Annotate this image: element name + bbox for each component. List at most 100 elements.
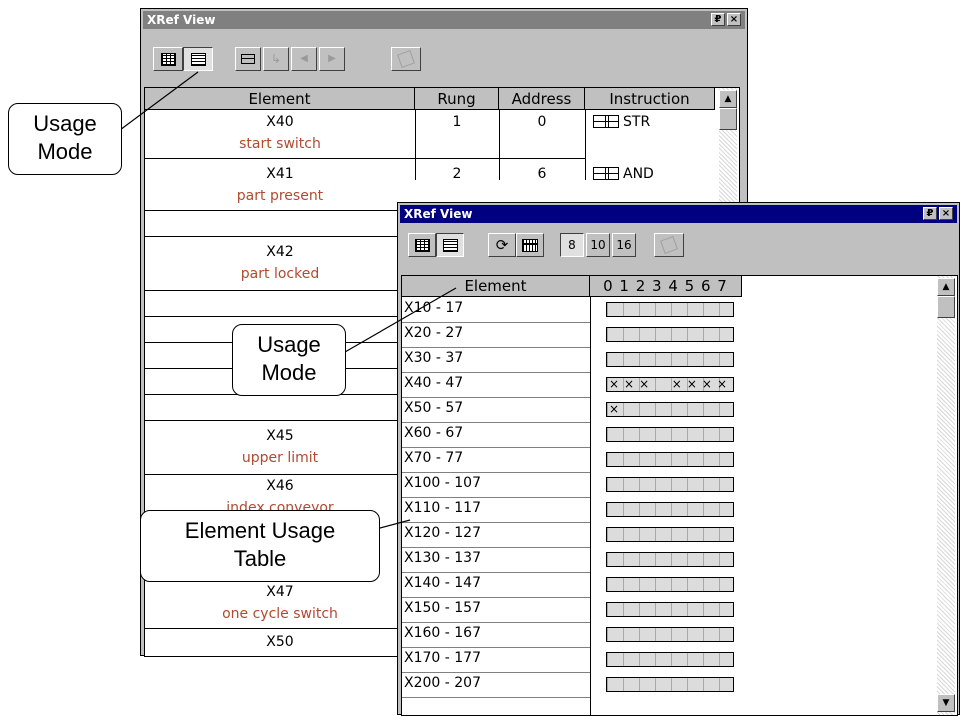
clipboard-button[interactable]: [654, 233, 684, 257]
window-2-titlebar[interactable]: XRef View ₽ ×: [400, 205, 957, 223]
usage-row[interactable]: X60 - 67: [402, 423, 742, 448]
refresh-button[interactable]: ⟳: [488, 233, 516, 257]
scroll-down-button[interactable]: ▼: [937, 694, 955, 712]
row-description: part present: [236, 188, 324, 204]
usage-row[interactable]: X40 - 47 ××× ××××: [402, 373, 742, 398]
memory-map-button[interactable]: [516, 233, 544, 257]
usage-bits-bar: [606, 652, 734, 667]
usage-bits-bar: [606, 327, 734, 342]
usage-bits-bar: [606, 352, 734, 367]
usage-row-range: X60 - 67: [404, 425, 464, 441]
grid-icon: [160, 53, 176, 66]
xref-view-window-2: XRef View ₽ × ⟳ 8 10 16 Element 0 1 2 3 …: [397, 202, 960, 716]
usage-bits-bar: ×: [606, 402, 734, 417]
usage-row[interactable]: X110 - 117: [402, 498, 742, 523]
col-header-element[interactable]: Element: [145, 88, 415, 110]
usage-mode-table-button[interactable]: [436, 233, 464, 257]
table-icon: [442, 239, 458, 252]
element-usage-table-callout: Element Usage Table: [140, 510, 380, 582]
usage-row[interactable]: X20 - 27: [402, 323, 742, 348]
usage-row[interactable]: X200 - 207: [402, 673, 742, 698]
usage-row-range: X200 - 207: [404, 675, 481, 691]
usage-row-range: X10 - 17: [404, 300, 464, 316]
scroll-thumb[interactable]: [937, 296, 955, 318]
row-description: start switch: [239, 136, 321, 152]
usage-row[interactable]: X100 - 107: [402, 473, 742, 498]
col-header-instruction[interactable]: Instruction: [585, 88, 715, 110]
usage-mode-list-button[interactable]: [183, 47, 213, 71]
usage-mode-grid-button[interactable]: [153, 47, 183, 71]
printer-icon: [241, 54, 255, 64]
usage-bits-bar: [606, 577, 734, 592]
list-icon: [190, 53, 206, 66]
usage-row[interactable]: X150 - 157: [402, 598, 742, 623]
usage-row-range: X150 - 157: [404, 600, 481, 616]
window-2-scrollbar[interactable]: ▲ ▼: [937, 276, 955, 715]
row-instruction: STR: [593, 114, 650, 130]
usage-row[interactable]: X10 - 17: [402, 298, 742, 323]
usage-row-range: X130 - 137: [404, 550, 481, 566]
row-description: one cycle switch: [222, 606, 338, 622]
usage-row[interactable]: X170 - 177: [402, 648, 742, 673]
row-element: X46: [266, 478, 294, 494]
close-button[interactable]: ×: [939, 207, 953, 220]
element-usage-table: Element 0 1 2 3 4 5 6 7 X10 - 17 X20 - 27…: [401, 275, 958, 716]
pin-button[interactable]: ₽: [711, 13, 725, 26]
usage-row[interactable]: X120 - 127: [402, 523, 742, 548]
usage-mode-grid-button[interactable]: [408, 233, 436, 257]
usage-row-range: X70 - 77: [404, 450, 464, 466]
usage-bits-bar: [606, 302, 734, 317]
usage-row-range: X40 - 47: [404, 375, 464, 391]
usage-row[interactable]: X30 - 37: [402, 348, 742, 373]
decimal-base-button[interactable]: 10: [586, 233, 610, 257]
usage-row-range: X30 - 37: [404, 350, 464, 366]
refresh-icon: ⟳: [495, 236, 509, 254]
memory-map-icon: [522, 239, 538, 252]
window-1-title: XRef View: [147, 13, 216, 27]
window-1-toolbar: ↳ ◀ ▶: [143, 43, 745, 75]
print-button[interactable]: [235, 47, 261, 71]
col-header-bits[interactable]: 0 1 2 3 4 5 6 7: [590, 276, 742, 297]
hex-base-button[interactable]: 16: [612, 233, 636, 257]
clipboard-icon: [660, 236, 678, 254]
usage-bits-bar: [606, 452, 734, 467]
usage-row[interactable]: X140 - 147: [402, 573, 742, 598]
row-address: 0: [537, 114, 547, 130]
goto-button[interactable]: ↳: [263, 47, 289, 71]
close-button[interactable]: ×: [727, 13, 741, 26]
goto-arrow-icon: ↳: [270, 52, 282, 66]
col-header-address[interactable]: Address: [499, 88, 585, 110]
usage-row[interactable]: X130 - 137: [402, 548, 742, 573]
row-instruction: AND: [593, 166, 654, 182]
usage-mode-callout-2: Usage Mode: [232, 324, 346, 396]
col-header-element[interactable]: Element: [402, 276, 590, 297]
usage-row-range: X120 - 127: [404, 525, 481, 541]
octal-base-button[interactable]: 8: [560, 233, 584, 257]
prev-button[interactable]: ◀: [291, 47, 317, 71]
usage-bits-bar: ××× ××××: [606, 377, 734, 392]
pin-button[interactable]: ₽: [923, 207, 937, 220]
row-address: 6: [537, 166, 547, 182]
contact-icon: [593, 166, 619, 180]
usage-mode-callout-1: Usage Mode: [8, 103, 122, 175]
scroll-thumb[interactable]: [719, 108, 737, 130]
contact-icon: [593, 114, 619, 128]
usage-row-range: X170 - 177: [404, 650, 481, 666]
scroll-up-button[interactable]: ▲: [937, 278, 955, 296]
usage-row-range: X110 - 117: [404, 500, 481, 516]
window-1-titlebar[interactable]: XRef View ₽ ×: [143, 11, 745, 29]
usage-bits-bar: [606, 602, 734, 617]
usage-row[interactable]: X160 - 167: [402, 623, 742, 648]
usage-bits-bar: [606, 427, 734, 442]
clipboard-icon: [397, 50, 415, 68]
row-element: X40: [266, 114, 294, 130]
scroll-up-button[interactable]: ▲: [719, 90, 737, 108]
clipboard-button[interactable]: [391, 47, 421, 71]
usage-row[interactable]: X70 - 77: [402, 448, 742, 473]
usage-bits-bar: [606, 677, 734, 692]
window-2-toolbar: ⟳ 8 10 16: [400, 229, 957, 261]
col-header-rung[interactable]: Rung: [415, 88, 499, 110]
usage-bits-bar: [606, 502, 734, 517]
usage-row[interactable]: X50 - 57 ×: [402, 398, 742, 423]
next-button[interactable]: ▶: [319, 47, 345, 71]
